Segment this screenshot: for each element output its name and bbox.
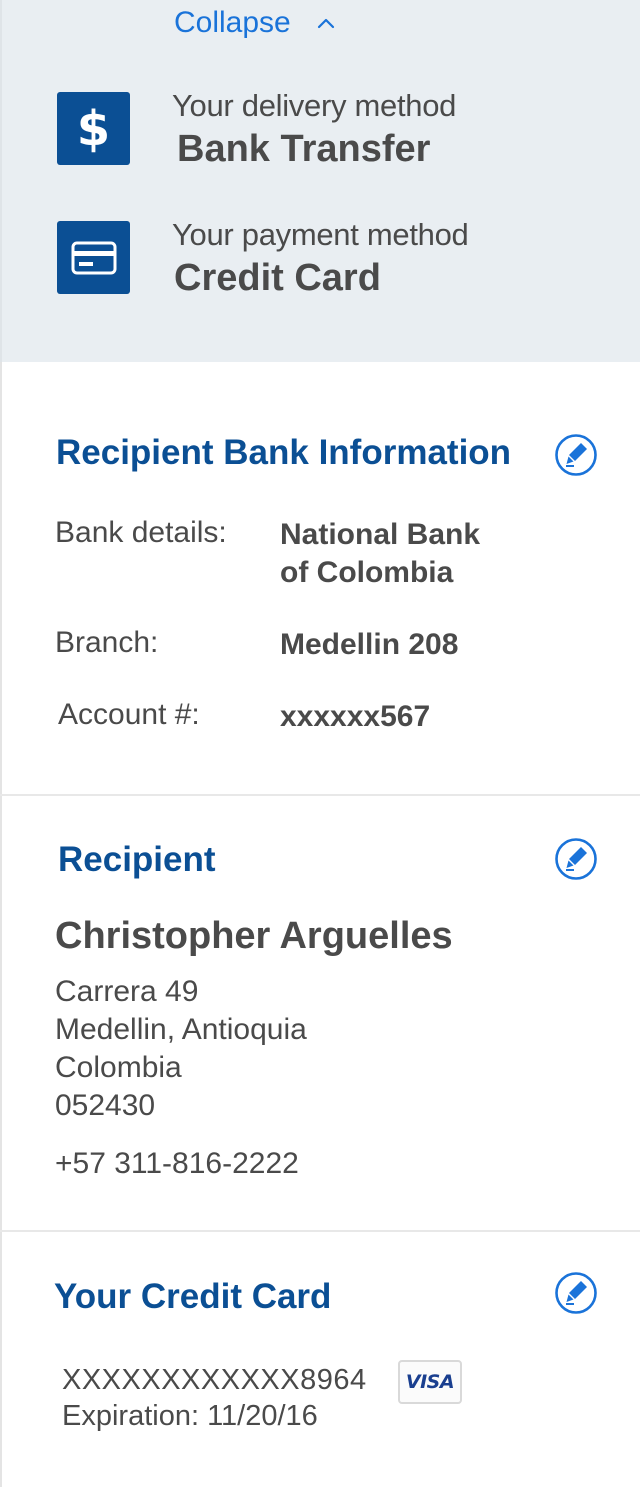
edit-credit-card-icon[interactable] — [554, 1271, 598, 1315]
method-summary-panel: Collapse $ Your delivery method Bank Tra… — [0, 0, 640, 362]
credit-card-title: Your Credit Card — [54, 1277, 332, 1316]
delivery-method-value: Bank Transfer — [177, 128, 431, 170]
card-number: XXXXXXXXXXXX8964 — [62, 1364, 367, 1396]
chevron-up-icon — [317, 18, 334, 29]
payment-method: Your payment method Credit Card — [57, 217, 469, 299]
recipient-title: Recipient — [58, 840, 216, 879]
delivery-method-label: Your delivery method — [172, 88, 457, 123]
payment-method-label: Your payment method — [172, 217, 469, 252]
address-line-4: 052430 — [55, 1089, 156, 1122]
bank-details-label: Bank details: — [55, 516, 227, 549]
bank-details-value: National Bank of Colombia — [280, 518, 481, 589]
address-line-3: Colombia — [55, 1051, 182, 1084]
edit-recipient-icon[interactable] — [554, 837, 598, 881]
visa-logo: VISA — [398, 1360, 462, 1404]
credit-card-section — [0, 1232, 640, 1487]
branch-label: Branch: — [55, 626, 159, 659]
bank-info-title: Recipient Bank Information — [56, 433, 512, 472]
account-label: Account #: — [58, 698, 200, 731]
collapse-label: Collapse — [174, 6, 291, 39]
recipient-name: Christopher Arguelles — [55, 915, 453, 957]
delivery-method: $ Your delivery method Bank Transfer — [57, 88, 456, 170]
collapse-toggle[interactable]: Collapse — [174, 6, 337, 40]
dollar-icon: $ — [57, 92, 130, 165]
payment-method-value: Credit Card — [174, 257, 381, 299]
credit-card-icon — [57, 221, 130, 294]
recipient-phone: +57 311-816-2222 — [55, 1147, 299, 1180]
branch-value: Medellin 208 — [280, 628, 459, 661]
account-value: xxxxxx567 — [280, 700, 431, 733]
address-line-2: Medellin, Antioquia — [55, 1013, 307, 1046]
card-expiration: Expiration: 11/20/16 — [62, 1400, 318, 1432]
edit-bank-info-icon[interactable] — [554, 433, 598, 477]
address-line-1: Carrera 49 — [55, 975, 199, 1008]
